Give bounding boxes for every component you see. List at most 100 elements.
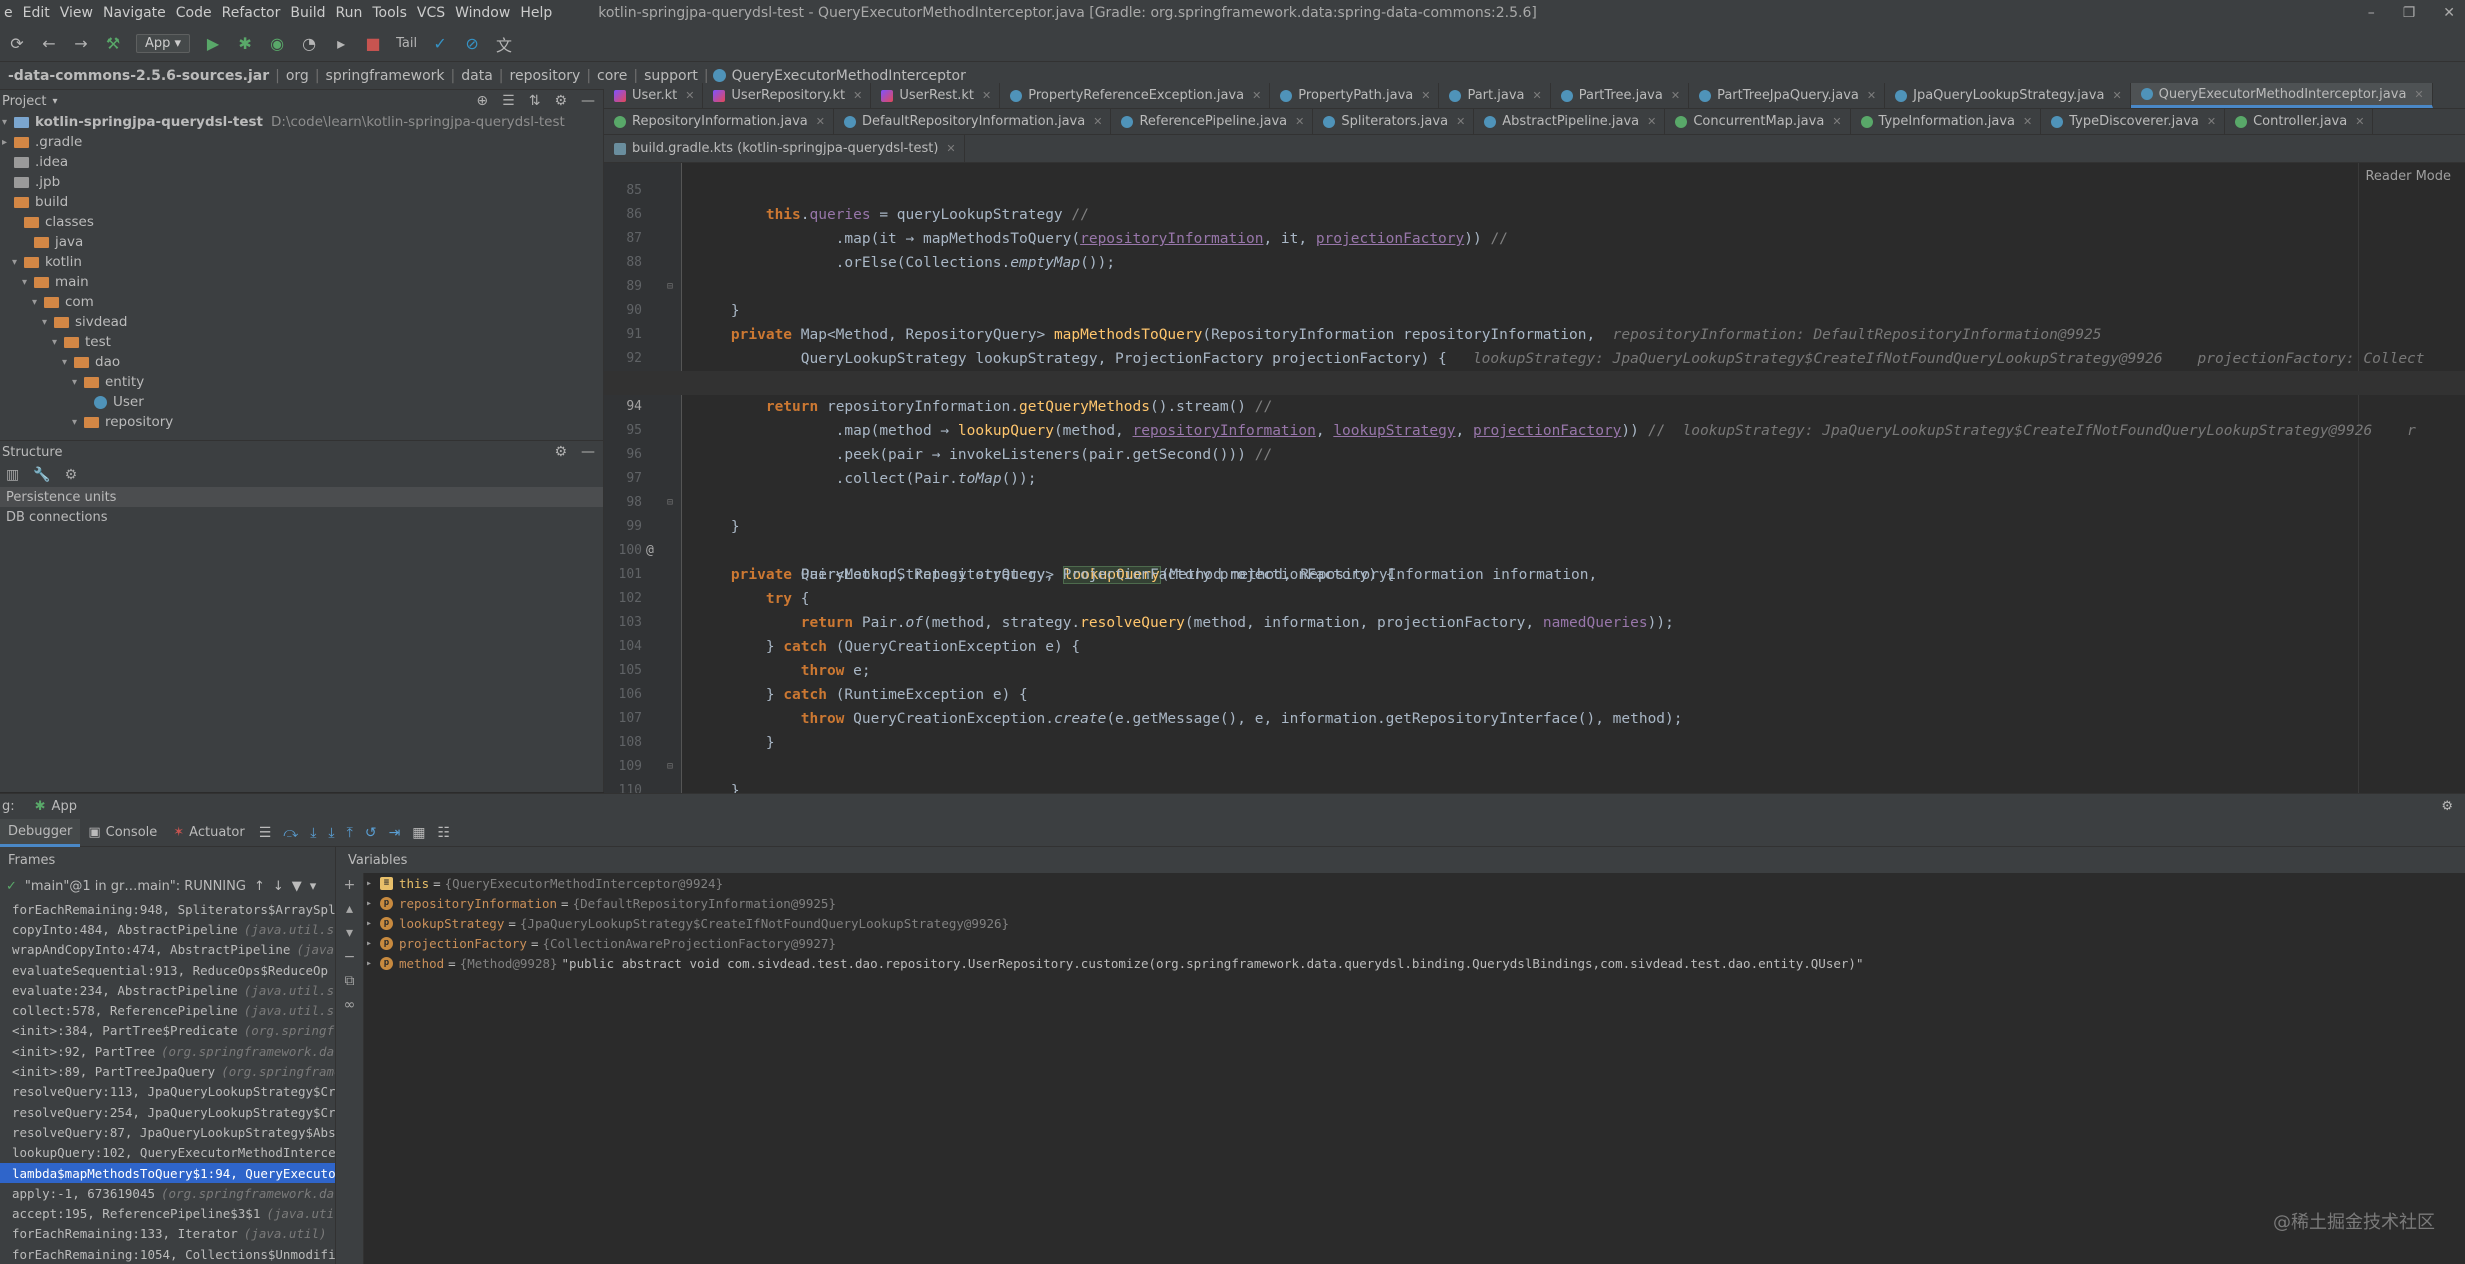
menu-view[interactable]: View <box>60 5 93 21</box>
close-icon[interactable]: ✕ <box>982 89 991 102</box>
minus-icon[interactable]: − <box>336 945 363 969</box>
up-icon[interactable]: ▴ <box>336 897 363 921</box>
glasses-icon[interactable]: ∞ <box>336 993 363 1017</box>
close-icon[interactable]: ✕ <box>685 89 694 102</box>
chevron-icon[interactable]: ▸ <box>2 137 14 148</box>
variable-row[interactable]: ▸ p projectionFactory = {CollectionAwareProj… <box>364 933 2465 953</box>
editor-tab[interactable]: Spliterators.java ✕ <box>1313 109 1475 134</box>
editor-tab[interactable]: PropertyReferenceException.java ✕ <box>1000 83 1271 108</box>
stack-frame[interactable]: forEachRemaining:1054, Collections$Unmod… <box>0 1244 335 1264</box>
breadcrumb-item[interactable]: core <box>591 68 633 84</box>
breadcrumb-item[interactable]: org <box>280 68 315 84</box>
breadcrumb-item[interactable]: data <box>455 68 499 84</box>
editor-tab[interactable]: JpaQueryLookupStrategy.java ✕ <box>1885 83 2131 108</box>
menu-build[interactable]: Build <box>290 5 325 21</box>
project-tree-item[interactable]: .idea <box>0 152 603 172</box>
project-tree-item[interactable]: ▾ sivdead <box>0 312 603 332</box>
chevron-right-icon[interactable]: ▸ <box>366 898 380 909</box>
thread-selector[interactable]: ✓ "main"@1 in gr…main": RUNNING ↑ ↓ ▼ ▾ <box>0 873 335 899</box>
project-tree-item[interactable]: ▾ kotlin <box>0 252 603 272</box>
breadcrumb-item[interactable]: QueryExecutorMethodInterceptor <box>732 68 966 84</box>
chevron-right-icon[interactable]: ▸ <box>366 878 380 889</box>
filter-icon[interactable]: ▼ <box>292 879 302 894</box>
gear-icon[interactable]: ⚙ <box>2441 799 2453 814</box>
coverage-icon[interactable]: ◉ <box>268 34 286 53</box>
editor-tab[interactable]: Controller.java ✕ <box>2225 109 2374 134</box>
step-over-icon[interactable]: ⤼ <box>283 825 298 841</box>
close-icon[interactable]: ✕ <box>2414 88 2423 101</box>
project-tree-item[interactable]: ▾ dao <box>0 352 603 372</box>
menu-code[interactable]: Code <box>176 5 212 21</box>
copy-icon[interactable]: ⧉ <box>336 969 363 993</box>
run-icon[interactable]: ▶ <box>204 34 222 53</box>
menu-navigate[interactable]: Navigate <box>103 5 166 21</box>
stack-frame[interactable]: collect:578, ReferencePipeline (java.util… <box>0 1000 335 1020</box>
editor-tab[interactable]: ConcurrentMap.java ✕ <box>1665 109 1851 134</box>
stack-frame[interactable]: lookupQuery:102, QueryExecutorMethodInte… <box>0 1143 335 1163</box>
forward-icon[interactable]: → <box>72 34 90 53</box>
build-hammer-icon[interactable]: ⚒ <box>104 34 122 53</box>
variable-row[interactable]: ▸ ≡ this = {QueryExecutorMethodInterceptor@9… <box>364 873 2465 893</box>
restore-button[interactable]: ❐ <box>2403 5 2416 21</box>
collapse-all-icon[interactable]: ☰ <box>502 93 515 109</box>
stack-frame[interactable]: accept:195, ReferencePipeline$3$1 (java.u… <box>0 1203 335 1223</box>
force-step-into-icon[interactable]: ⤓ <box>328 825 334 841</box>
stack-frame[interactable]: forEachRemaining:948, Spliterators$Array… <box>0 899 335 919</box>
structure-item-persistence-units[interactable]: Persistence units <box>0 487 603 507</box>
stack-frame[interactable]: apply:-1, 673619045 (org.springframework.… <box>0 1183 335 1203</box>
close-icon[interactable]: ✕ <box>816 115 825 128</box>
run-to-cursor-icon[interactable]: ⇥ <box>389 825 401 841</box>
editor-tab[interactable]: ReferencePipeline.java ✕ <box>1111 109 1314 134</box>
project-tree-item[interactable]: ▾ main <box>0 272 603 292</box>
code-editor[interactable]: Reader Mode 85 this.queries = queryLooku… <box>604 163 2465 793</box>
editor-tab[interactable]: PropertyPath.java ✕ <box>1270 83 1440 108</box>
project-tree-item[interactable]: ▾ entity <box>0 372 603 392</box>
minimize-button[interactable]: – <box>2368 5 2375 21</box>
chevron-icon[interactable]: ▾ <box>72 377 84 388</box>
breadcrumb-item[interactable]: repository <box>504 68 587 84</box>
close-icon[interactable]: ✕ <box>853 89 862 102</box>
back-icon[interactable]: ← <box>40 34 58 53</box>
editor-tab[interactable]: User.kt ✕ <box>604 83 704 108</box>
evaluate-expression-icon[interactable]: ▦ <box>412 825 425 841</box>
close-icon[interactable]: ✕ <box>2112 89 2121 102</box>
breadcrumb-item[interactable]: support <box>638 68 704 84</box>
stack-frame[interactable]: resolveQuery:254, JpaQueryLookupStrategy… <box>0 1102 335 1122</box>
stack-frame[interactable]: resolveQuery:113, JpaQueryLookupStrategy… <box>0 1082 335 1102</box>
close-icon[interactable]: ✕ <box>1421 89 1430 102</box>
menu-vcs[interactable]: VCS <box>417 5 445 21</box>
step-into-icon[interactable]: ⤓ <box>310 825 316 841</box>
stack-frame[interactable]: <init>:384, PartTree$Predicate (org.sprin… <box>0 1021 335 1041</box>
run-configuration-select[interactable]: App ▾ <box>136 34 191 53</box>
up-arrow-icon[interactable]: ↑ <box>254 879 265 894</box>
chevron-icon[interactable]: ▾ <box>52 337 64 348</box>
chevron-icon[interactable]: ▾ <box>72 417 84 428</box>
tab-actuator[interactable]: ✶ Actuator <box>165 819 252 847</box>
close-icon[interactable]: ✕ <box>2355 115 2364 128</box>
editor-tab[interactable]: Part.java ✕ <box>1439 83 1551 108</box>
close-icon[interactable]: ✕ <box>2023 115 2032 128</box>
chevron-down-icon[interactable]: ▾ <box>52 96 57 107</box>
chevron-icon[interactable]: ▾ <box>62 357 74 368</box>
structure-chart-icon[interactable]: ▥ <box>6 467 19 483</box>
project-tree-item[interactable]: ▾ test <box>0 332 603 352</box>
close-window-button[interactable]: ✕ <box>2443 5 2455 21</box>
menu-refactor[interactable]: Refactor <box>222 5 281 21</box>
project-tree-item[interactable]: ▾ repository <box>0 412 603 432</box>
close-icon[interactable]: ✕ <box>1533 89 1542 102</box>
stack-frame[interactable]: evaluate:234, AbstractPipeline (java.util… <box>0 980 335 1000</box>
close-icon[interactable]: ✕ <box>1832 115 1841 128</box>
down-arrow-icon[interactable]: ↓ <box>273 879 284 894</box>
close-icon[interactable]: ✕ <box>1867 89 1876 102</box>
profile-icon[interactable]: ◔ <box>300 34 318 53</box>
stack-frame[interactable]: <init>:89, PartTreeJpaQuery (org.springfr… <box>0 1061 335 1081</box>
gear-icon[interactable]: ⚙ <box>554 93 567 109</box>
stack-frame[interactable]: copyInto:484, AbstractPipeline (java.util… <box>0 919 335 939</box>
structure-item-db-connections[interactable]: DB connections <box>0 507 603 527</box>
chevron-right-icon[interactable]: ▸ <box>366 918 380 929</box>
settings-icon[interactable]: ⚙ <box>65 467 78 483</box>
step-out-icon[interactable]: ⤒ <box>347 825 353 841</box>
locate-icon[interactable]: ⊕ <box>476 93 488 109</box>
menu-help[interactable]: Help <box>520 5 552 21</box>
chevron-down-icon[interactable]: ▾ <box>310 879 317 894</box>
